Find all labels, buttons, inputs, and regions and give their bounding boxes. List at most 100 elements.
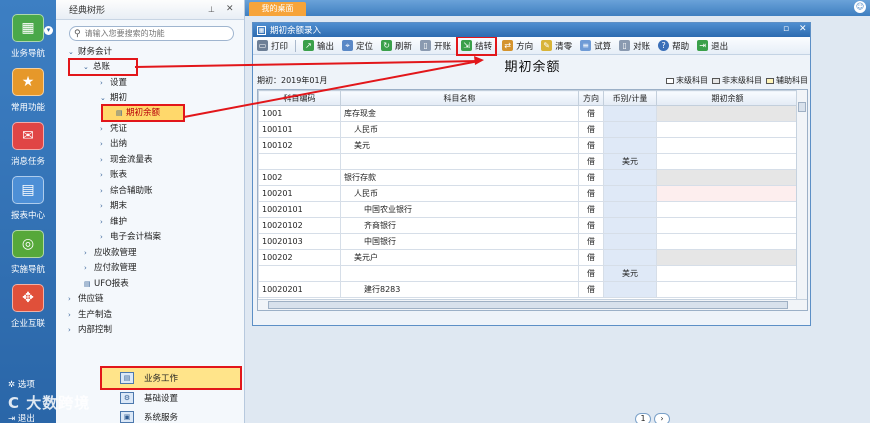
- currency-cell[interactable]: [603, 217, 657, 234]
- table-row[interactable]: 100201 人民币借: [258, 185, 799, 202]
- help-button[interactable]: ? 帮助: [657, 38, 690, 54]
- opening-balance-cell[interactable]: [656, 265, 799, 282]
- clear-button[interactable]: ✎ 清零: [540, 38, 573, 54]
- account-name-cell[interactable]: 美元户: [340, 249, 579, 266]
- tree-node-finance[interactable]: ⌄ 财务会计: [68, 45, 112, 59]
- tree-node-opening-balance[interactable]: ▤ 期初余额: [101, 104, 185, 122]
- currency-cell[interactable]: [603, 169, 657, 186]
- account-code-cell[interactable]: 10020101: [258, 201, 341, 218]
- user-icon[interactable]: ☺: [854, 1, 866, 13]
- currency-cell[interactable]: [603, 201, 657, 218]
- rail-item-business-nav[interactable]: ▦ 业务导航: [0, 14, 56, 59]
- table-row[interactable]: 100101 人民币借: [258, 121, 799, 138]
- account-name-cell[interactable]: 人民币: [340, 185, 579, 202]
- account-name-cell[interactable]: 银行存款: [340, 169, 579, 186]
- table-row[interactable]: 100102 美元借: [258, 137, 799, 154]
- tree-node-settings[interactable]: › 设置: [100, 76, 127, 90]
- column-header[interactable]: 币别/计量: [603, 90, 657, 106]
- direction-cell[interactable]: 借: [578, 265, 604, 282]
- table-row[interactable]: 100202 美元户借: [258, 249, 799, 266]
- table-row[interactable]: 借美元: [258, 265, 799, 282]
- opening-balance-cell[interactable]: [656, 105, 799, 122]
- account-code-cell[interactable]: 1002: [258, 169, 341, 186]
- tree-node-general-ledger[interactable]: ⌄ 总账: [68, 58, 138, 76]
- account-name-cell[interactable]: 建行8283: [340, 281, 579, 298]
- direction-cell[interactable]: 借: [578, 281, 604, 298]
- account-name-cell[interactable]: 齐商银行: [340, 217, 579, 234]
- refresh-button[interactable]: ↻ 刷新: [380, 38, 413, 54]
- vertical-scrollbar[interactable]: [796, 90, 807, 300]
- open-ledger-button[interactable]: ▯ 开账: [419, 38, 452, 54]
- column-header[interactable]: 科目名称: [340, 90, 579, 106]
- account-name-cell[interactable]: 库存现金: [340, 105, 579, 122]
- currency-cell[interactable]: [603, 249, 657, 266]
- account-code-cell[interactable]: 10020103: [258, 233, 341, 250]
- tree-node-opening[interactable]: ⌄ 期初: [100, 91, 127, 105]
- direction-cell[interactable]: 借: [578, 121, 604, 138]
- currency-cell[interactable]: [603, 233, 657, 250]
- system-service-button[interactable]: ▣ 系统服务: [102, 407, 240, 423]
- tree-node-supply-chain[interactable]: › 供应链: [68, 292, 104, 306]
- account-name-cell[interactable]: 美元: [340, 137, 579, 154]
- locate-button[interactable]: ⌖ 定位: [341, 38, 374, 54]
- table-row[interactable]: 10020103 中国银行借: [258, 233, 799, 250]
- tree-node-internal-control[interactable]: › 内部控制: [68, 323, 112, 337]
- page-button[interactable]: 1: [635, 413, 651, 423]
- currency-cell[interactable]: 美元: [603, 153, 657, 170]
- column-header[interactable]: 科目编码: [258, 90, 341, 106]
- tree-node-aux-ledger[interactable]: › 综合辅助账: [100, 184, 153, 198]
- account-name-cell[interactable]: [340, 265, 579, 282]
- tree-node-cashier[interactable]: › 出纳: [100, 137, 127, 151]
- account-name-cell[interactable]: 中国农业银行: [340, 201, 579, 218]
- account-name-cell[interactable]: [340, 153, 579, 170]
- basic-settings-button[interactable]: ⚙ 基础设置: [102, 388, 240, 408]
- close-icon[interactable]: ✕: [226, 4, 234, 14]
- pin-icon[interactable]: ⊥: [208, 5, 215, 14]
- table-row[interactable]: 1002 银行存款借: [258, 169, 799, 186]
- account-name-cell[interactable]: 人民币: [340, 121, 579, 138]
- table-row[interactable]: 10020201 建行8283 借: [258, 281, 799, 298]
- calculate-button[interactable]: ≡ 试算: [579, 38, 612, 54]
- exit-button[interactable]: ⇥ 退出: [0, 412, 56, 423]
- account-code-cell[interactable]: 100202: [258, 249, 341, 266]
- close-icon[interactable]: ✕: [799, 24, 807, 34]
- opening-balance-cell[interactable]: [656, 121, 799, 138]
- account-name-cell[interactable]: 中国银行: [340, 233, 579, 250]
- currency-cell[interactable]: [603, 105, 657, 122]
- tree-node-receivables[interactable]: › 应收款管理: [84, 246, 137, 260]
- direction-cell[interactable]: 借: [578, 217, 604, 234]
- tree-node-e-archive[interactable]: › 电子会计档案: [100, 230, 161, 244]
- tree-node-cashflow[interactable]: › 现金流量表: [100, 153, 153, 167]
- column-header[interactable]: 期初余额: [656, 90, 799, 106]
- tree-node-period-end[interactable]: › 期末: [100, 199, 127, 213]
- rail-item-messages[interactable]: ✉ 消息任务: [0, 122, 56, 167]
- account-code-cell[interactable]: 100102: [258, 137, 341, 154]
- print-button[interactable]: ▭ 打印: [256, 38, 289, 54]
- account-code-cell[interactable]: 10020102: [258, 217, 341, 234]
- direction-cell[interactable]: 借: [578, 233, 604, 250]
- rail-item-enterprise[interactable]: ✥ 企业互联: [0, 284, 56, 329]
- tree-node-ledger-reports[interactable]: › 账表: [100, 168, 127, 182]
- search-box[interactable]: ⚲: [69, 26, 234, 41]
- opening-balance-cell[interactable]: [656, 249, 799, 266]
- direction-cell[interactable]: 借: [578, 185, 604, 202]
- currency-cell[interactable]: [603, 185, 657, 202]
- account-code-cell[interactable]: 1001: [258, 105, 341, 122]
- table-row[interactable]: 10020102 齐商银行借: [258, 217, 799, 234]
- exit-dialog-button[interactable]: ⇥ 退出: [696, 38, 729, 54]
- page-next-icon[interactable]: ›: [654, 413, 670, 423]
- maximize-icon[interactable]: ▫: [783, 24, 789, 34]
- account-code-cell[interactable]: 100201: [258, 185, 341, 202]
- account-code-cell[interactable]: [258, 265, 341, 282]
- horizontal-scrollbar[interactable]: [258, 299, 807, 310]
- rail-item-favorites[interactable]: ★ 常用功能: [0, 68, 56, 113]
- direction-cell[interactable]: 借: [578, 201, 604, 218]
- tree-node-manufacturing[interactable]: › 生产制造: [68, 308, 112, 322]
- currency-cell[interactable]: [603, 121, 657, 138]
- account-code-cell[interactable]: [258, 153, 341, 170]
- tab-my-desktop[interactable]: 我的桌面: [249, 2, 306, 16]
- scroll-thumb[interactable]: [268, 301, 788, 309]
- table-row[interactable]: 1001 库存现金借: [258, 105, 799, 122]
- opening-balance-cell[interactable]: [656, 185, 799, 202]
- tree-node-maintenance[interactable]: › 维护: [100, 215, 127, 229]
